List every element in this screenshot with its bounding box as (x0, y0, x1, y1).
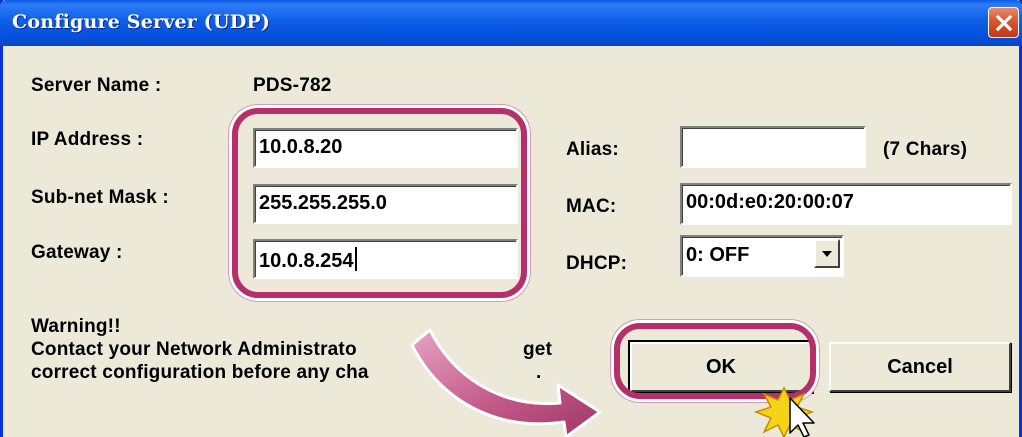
alias-input[interactable] (680, 126, 866, 168)
window-title: Configure Server (UDP) (12, 11, 271, 33)
fields-highlight-box (232, 108, 527, 298)
dhcp-select[interactable]: 0: OFF (680, 235, 844, 277)
cancel-button-label: Cancel (887, 355, 953, 378)
subnet-mask-label: Sub-net Mask : (31, 187, 169, 208)
close-icon (995, 14, 1012, 31)
warning-line-2-tail: . (536, 362, 542, 383)
dhcp-label: DHCP: (566, 253, 628, 274)
server-name-value: PDS-782 (253, 75, 332, 96)
ip-address-label: IP Address : (31, 129, 144, 150)
mac-input[interactable]: 00:0d:e0:20:00:07 (680, 183, 1012, 225)
gateway-label: Gateway : (31, 242, 123, 263)
chevron-down-icon (822, 250, 832, 257)
mac-label: MAC: (566, 196, 617, 217)
alias-label: Alias: (566, 139, 619, 160)
warning-line-1-tail: get (523, 339, 553, 360)
server-name-label: Server Name : (31, 75, 162, 96)
dhcp-selected-value: 0: OFF (686, 244, 750, 266)
warning-line-2: correct configuration before any cha (31, 362, 369, 383)
warning-line-1: Contact your Network Administrato (31, 339, 357, 360)
ok-highlight-box (614, 323, 816, 399)
title-bar[interactable]: Configure Server (UDP) (0, 0, 1022, 46)
warning-title: Warning!! (31, 316, 121, 337)
alias-hint: (7 Chars) (883, 139, 968, 160)
close-button[interactable] (988, 7, 1019, 38)
mac-value: 00:0d:e0:20:00:07 (686, 191, 854, 213)
dhcp-dropdown-button[interactable] (814, 239, 840, 268)
cancel-button[interactable]: Cancel (829, 342, 1011, 392)
